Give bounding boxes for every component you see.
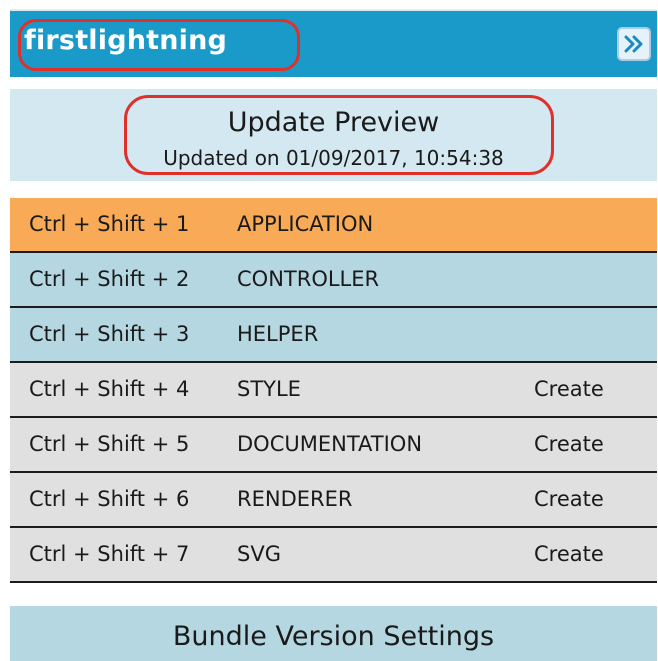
shortcut-label: HELPER: [237, 322, 319, 346]
shortcut-keys: Ctrl + Shift + 2: [29, 267, 190, 291]
shortcut-label: CONTROLLER: [237, 267, 380, 291]
shortcut-row-helper[interactable]: Ctrl + Shift + 3 HELPER: [10, 308, 657, 363]
preview-highlight-annotation: [124, 95, 554, 175]
expand-button[interactable]: [617, 27, 651, 61]
header-highlight-annotation: [18, 19, 300, 71]
double-chevron-right-icon: [623, 35, 645, 53]
shortcut-keys: Ctrl + Shift + 3: [29, 322, 190, 346]
shortcut-row-application[interactable]: Ctrl + Shift + 1 APPLICATION: [10, 198, 657, 253]
shortcut-label: SVG: [237, 542, 281, 566]
create-renderer-link[interactable]: Create: [534, 487, 604, 511]
shortcut-label: RENDERER: [237, 487, 353, 511]
create-style-link[interactable]: Create: [534, 377, 604, 401]
update-preview-panel[interactable]: Update Preview Updated on 01/09/2017, 10…: [10, 89, 657, 181]
shortcut-label: DOCUMENTATION: [237, 432, 423, 456]
create-documentation-link[interactable]: Create: [534, 432, 604, 456]
shortcut-keys: Ctrl + Shift + 6: [29, 487, 190, 511]
header-bar: firstlightning: [10, 9, 657, 77]
shortcut-keys: Ctrl + Shift + 7: [29, 542, 190, 566]
shortcut-row-svg[interactable]: Ctrl + Shift + 7 SVG Create: [10, 528, 657, 583]
shortcut-row-controller[interactable]: Ctrl + Shift + 2 CONTROLLER: [10, 253, 657, 308]
shortcut-keys: Ctrl + Shift + 5: [29, 432, 190, 456]
create-svg-link[interactable]: Create: [534, 542, 604, 566]
lightning-bundle-panel: firstlightning Update Preview Updated on…: [0, 0, 658, 661]
bundle-version-settings-button[interactable]: Bundle Version Settings: [10, 606, 657, 661]
shortcut-row-style[interactable]: Ctrl + Shift + 4 STYLE Create: [10, 363, 657, 418]
shortcut-label: STYLE: [237, 377, 301, 401]
shortcut-keys: Ctrl + Shift + 1: [29, 212, 190, 236]
shortcut-label: APPLICATION: [237, 212, 374, 236]
shortcut-keys: Ctrl + Shift + 4: [29, 377, 190, 401]
shortcut-row-documentation[interactable]: Ctrl + Shift + 5 DOCUMENTATION Create: [10, 418, 657, 473]
shortcut-list: Ctrl + Shift + 1 APPLICATION Ctrl + Shif…: [10, 198, 657, 583]
shortcut-row-renderer[interactable]: Ctrl + Shift + 6 RENDERER Create: [10, 473, 657, 528]
